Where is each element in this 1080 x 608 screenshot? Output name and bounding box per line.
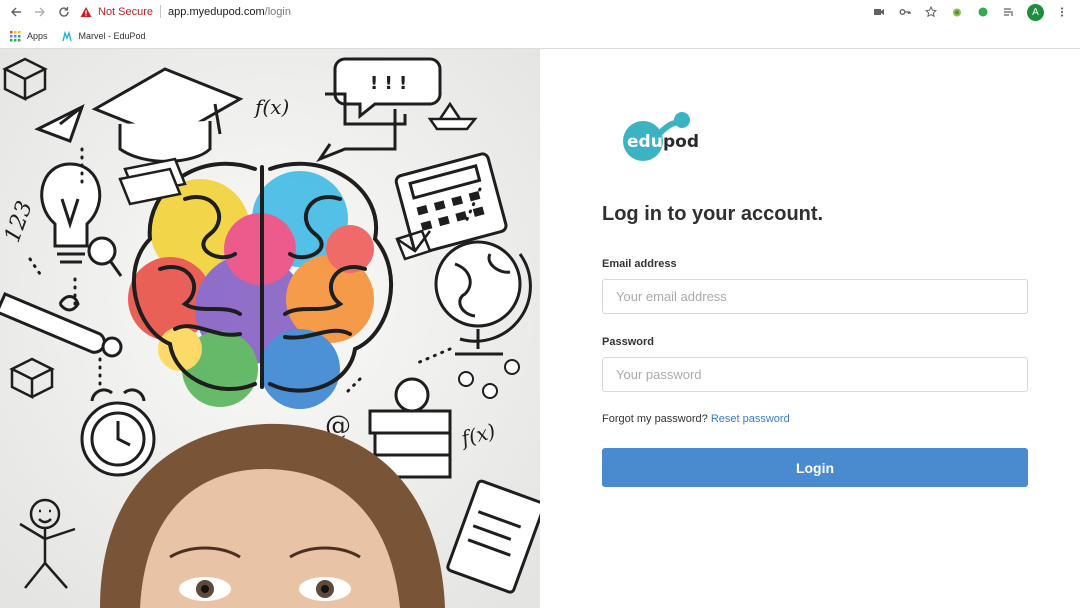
password-input[interactable]	[602, 357, 1028, 392]
bookmark-label: Marvel - EduPod	[78, 31, 146, 41]
login-panel: edu pod Log in to your account. Email ad…	[540, 49, 1080, 608]
reload-button[interactable]	[56, 4, 72, 20]
forward-button[interactable]	[32, 4, 48, 20]
bookmark-apps[interactable]: Apps	[10, 30, 48, 42]
star-icon	[925, 6, 937, 18]
menu-button[interactable]	[1054, 4, 1070, 20]
key-button[interactable]	[897, 4, 913, 20]
reset-password-link[interactable]: Reset password	[711, 413, 790, 425]
bookmarks-bar: Apps Marvel - EduPod	[0, 24, 1080, 49]
extension-button[interactable]	[949, 4, 965, 20]
profile-avatar[interactable]: A	[1027, 3, 1044, 21]
bookmark-label: Apps	[27, 31, 48, 41]
marvel-icon	[61, 30, 72, 41]
apps-grid-icon	[10, 30, 21, 41]
edupod-logo: edu pod	[623, 112, 699, 161]
logo-text-edu: edu	[627, 132, 663, 152]
bookmark-marvel[interactable]: Marvel - EduPod	[61, 30, 146, 42]
reload-icon	[59, 7, 69, 17]
extension-bug-icon	[953, 8, 961, 17]
kebab-menu-icon	[1060, 7, 1064, 17]
exclaim-text: ! ! !	[370, 73, 407, 94]
forgot-password-row: Forgot my password? Reset password	[602, 413, 790, 425]
url-host: app.myedupod.com	[168, 5, 265, 18]
extension-green-button[interactable]	[975, 4, 991, 20]
security-status[interactable]: Not Secure	[98, 6, 153, 18]
playlist-icon	[1004, 8, 1013, 16]
green-dot-icon	[978, 7, 988, 17]
address-bar[interactable]: Not Secure app.myedupod.com/login	[80, 1, 950, 22]
camera-button[interactable]	[871, 4, 887, 20]
login-button[interactable]: Login	[602, 448, 1028, 487]
page-title: Log in to your account.	[602, 203, 824, 225]
toolbar-actions: A	[871, 0, 1080, 24]
brain-doodle-image: ! ! ! f(x) f(x) 123 @	[0, 49, 540, 608]
logo-text-pod: pod	[663, 132, 699, 152]
key-icon	[899, 9, 911, 15]
back-button[interactable]	[8, 4, 24, 20]
media-button[interactable]	[1001, 4, 1017, 20]
email-label: Email address	[602, 258, 677, 270]
divider	[160, 5, 162, 18]
password-label: Password	[602, 336, 654, 348]
url-text: app.myedupod.com/login	[168, 6, 291, 18]
formula-top-text: f(x)	[253, 95, 289, 119]
warning-icon	[80, 6, 92, 17]
email-input[interactable]	[602, 279, 1028, 314]
arrow-left-icon	[11, 7, 21, 17]
bookmark-star-button[interactable]	[923, 4, 939, 20]
forgot-password-text: Forgot my password?	[602, 413, 708, 425]
hero-illustration: ! ! ! f(x) f(x) 123 @	[0, 49, 540, 608]
browser-toolbar: Not Secure app.myedupod.com/login A	[0, 0, 1080, 24]
url-path: /login	[264, 5, 291, 18]
arrow-right-icon	[35, 7, 45, 17]
camera-icon	[874, 9, 884, 15]
